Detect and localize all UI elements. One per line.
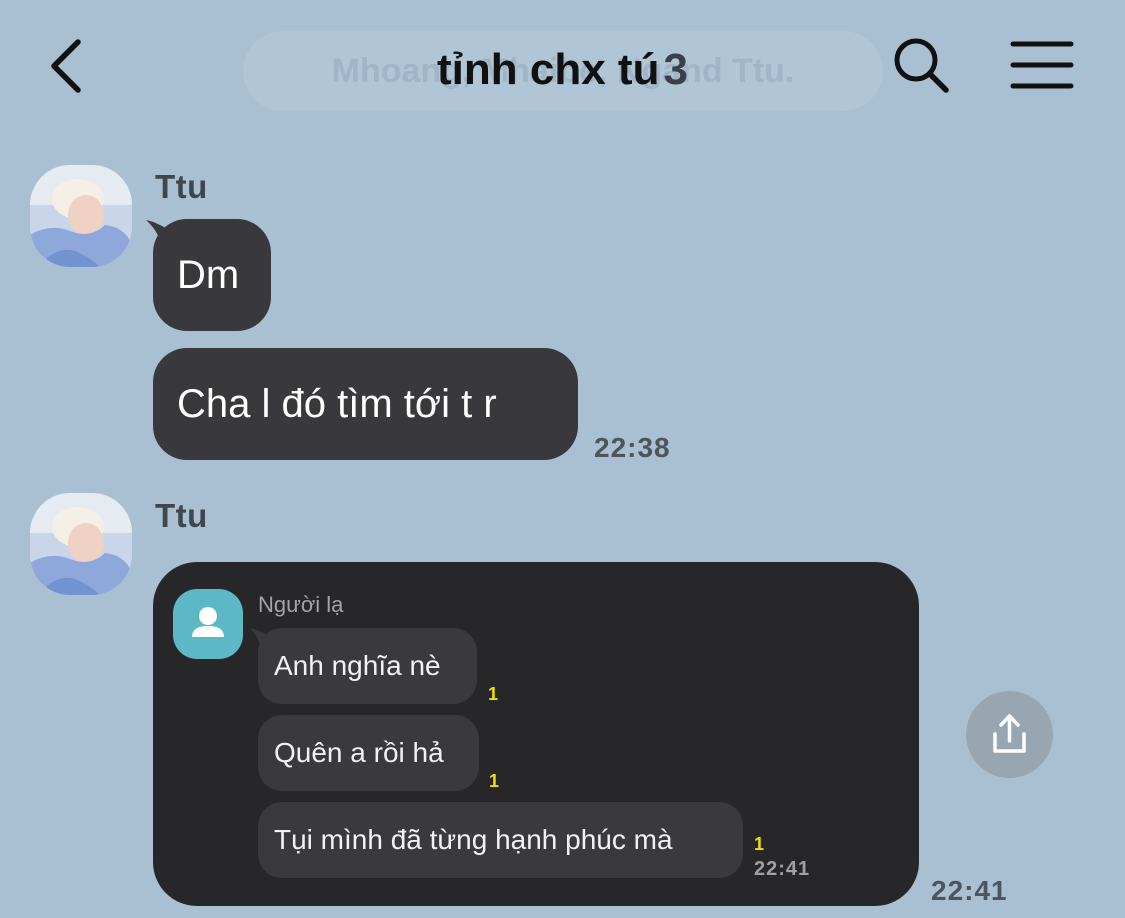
forwarded-message-bubble: Tụi mình đã từng hạnh phúc mà bbox=[258, 802, 743, 878]
share-upload-icon bbox=[993, 714, 1026, 753]
message-timestamp: 22:38 bbox=[594, 432, 671, 463]
hamburger-menu-icon bbox=[1010, 41, 1074, 89]
stranger-avatar bbox=[173, 589, 243, 659]
avatar[interactable] bbox=[30, 493, 132, 595]
avatar[interactable] bbox=[30, 165, 132, 267]
sender-name: Ttu bbox=[155, 168, 208, 205]
share-button[interactable] bbox=[966, 691, 1053, 778]
forwarded-message-bubble: Quên a rồi hả bbox=[258, 715, 479, 791]
search-icon bbox=[894, 38, 949, 93]
sender-name: Ttu bbox=[155, 497, 208, 534]
unread-count: 1 bbox=[489, 771, 500, 791]
profile-photo bbox=[30, 165, 132, 267]
unread-count: 1 bbox=[754, 834, 765, 854]
back-button[interactable] bbox=[40, 36, 96, 96]
chat-title-text: tỉnh chx tú bbox=[437, 45, 660, 94]
forwarded-sender-name: Người lạ bbox=[258, 592, 344, 617]
chat-title[interactable]: tỉnh chx tú3 bbox=[300, 40, 825, 100]
menu-button[interactable] bbox=[1005, 32, 1079, 98]
member-count: 3 bbox=[663, 45, 688, 94]
search-button[interactable] bbox=[888, 32, 954, 98]
forwarded-timestamp: 22:41 bbox=[754, 858, 811, 880]
unread-count: 1 bbox=[488, 684, 499, 704]
message-bubble[interactable]: Cha l đó tìm tới t r bbox=[153, 348, 578, 460]
profile-photo bbox=[30, 493, 132, 595]
message-timestamp: 22:41 bbox=[931, 875, 1008, 906]
back-chevron-icon bbox=[51, 39, 81, 93]
message-bubble[interactable]: Dm bbox=[153, 219, 271, 331]
person-icon bbox=[192, 607, 224, 637]
forwarded-message-bubble: Anh nghĩa nè bbox=[258, 628, 477, 704]
